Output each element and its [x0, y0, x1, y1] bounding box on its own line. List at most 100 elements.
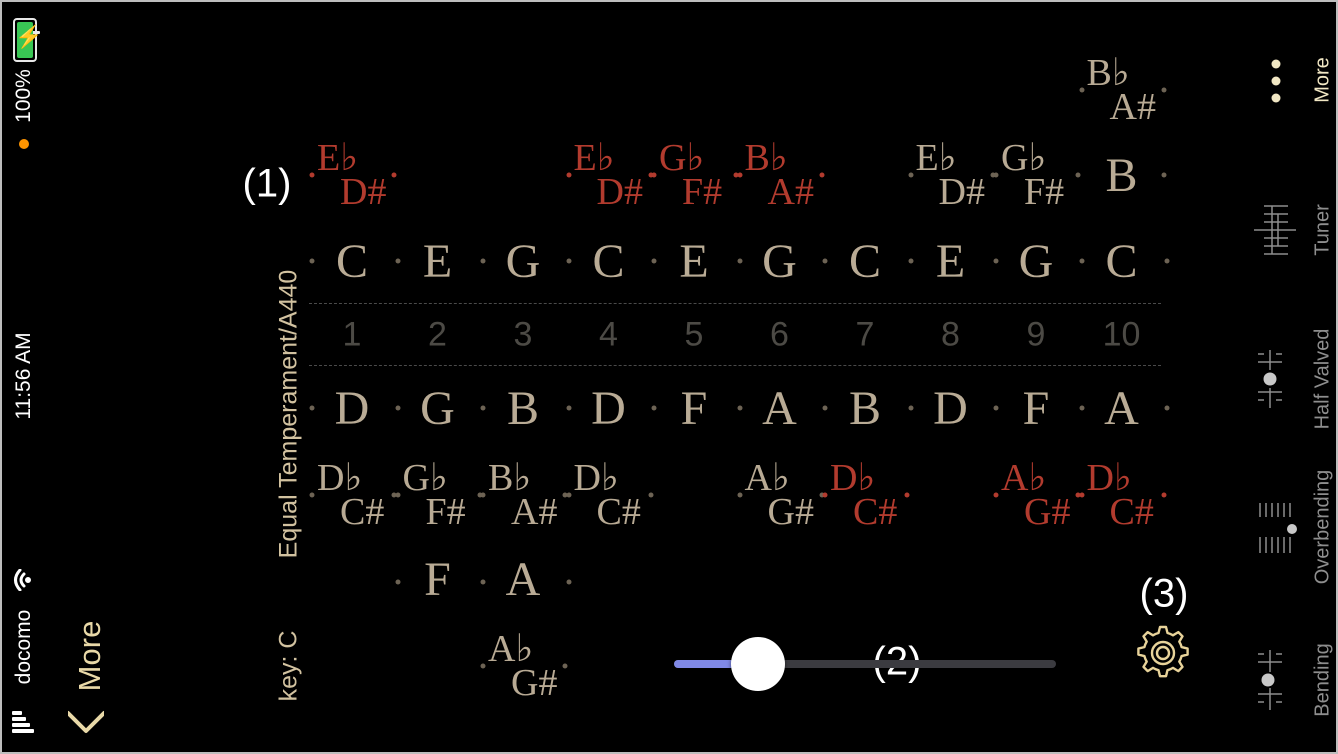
draw-note[interactable]: D	[933, 385, 968, 433]
draw-bend-note[interactable]: A	[506, 556, 541, 604]
battery-icon: ⚡	[13, 18, 43, 62]
blow-note[interactable]: G	[506, 238, 541, 286]
back-more-button[interactable]: More	[64, 612, 120, 742]
signal-bar	[12, 723, 30, 727]
grid-dot	[908, 172, 913, 178]
draw_bends-sharp[interactable]: A#	[511, 493, 557, 531]
draw_bends-sharp[interactable]: C#	[340, 493, 384, 531]
grid-dot	[480, 579, 486, 585]
sound-slider[interactable]	[674, 637, 1056, 691]
top_row-sharp[interactable]: A#	[1110, 88, 1156, 126]
menu-tuner[interactable]: Tuner	[1250, 192, 1336, 272]
battery-percent: 100%	[12, 69, 35, 123]
menu-label-overbending: Overbending	[1311, 469, 1334, 585]
blow_bends-sharp[interactable]: D#	[340, 173, 386, 211]
grid-dot	[1079, 258, 1084, 264]
overbending-icon	[1259, 503, 1297, 553]
grid-dot	[309, 172, 315, 178]
grid-dot	[651, 405, 657, 411]
grid-dot	[822, 492, 828, 498]
grid-dot	[737, 492, 742, 498]
menu-bending[interactable]: Bending	[1250, 632, 1336, 732]
blow_bends-sharp[interactable]: D#	[939, 173, 985, 211]
slider-thumb[interactable]	[731, 637, 786, 691]
bolt-icon: ⚡	[15, 24, 43, 49]
grid-dot	[562, 663, 568, 669]
draw_bends-sharp[interactable]: G#	[1024, 493, 1070, 531]
draw_bends-sharp[interactable]: C#	[1110, 493, 1154, 531]
draw-note[interactable]: A	[1104, 385, 1139, 433]
grid-dot	[566, 579, 571, 585]
privacy-indicator-dot	[19, 139, 29, 149]
draw-note[interactable]: A	[762, 385, 797, 433]
draw-note[interactable]: D	[335, 385, 370, 433]
grid-dot	[566, 405, 571, 411]
blow-note[interactable]: C	[336, 238, 368, 286]
hole-number: 2	[428, 315, 447, 354]
blow-note[interactable]: C	[592, 238, 624, 286]
gear-icon[interactable]	[1133, 623, 1193, 683]
blow_bends-sharp[interactable]: A#	[768, 173, 814, 211]
half-valved-icon	[1258, 350, 1282, 408]
grid-dot	[309, 258, 315, 264]
blow-note[interactable]: G	[762, 238, 797, 286]
grid-dot	[309, 405, 315, 411]
blow-note[interactable]: C	[849, 238, 881, 286]
blow-note[interactable]: E	[679, 238, 708, 286]
blow-note[interactable]: E	[936, 238, 965, 286]
menu-more[interactable]: More	[1250, 42, 1336, 132]
blow_bends-sharp[interactable]: F#	[682, 173, 722, 211]
menu-overbending[interactable]: Overbending	[1250, 457, 1336, 597]
menu-half-valved[interactable]: Half Valved	[1250, 312, 1336, 442]
signal-bar	[12, 729, 34, 733]
grid-dot	[993, 492, 999, 498]
back-label: More	[72, 620, 107, 692]
draw-note[interactable]: G	[420, 385, 455, 433]
grid-dot	[737, 405, 742, 411]
grid-dot	[1161, 87, 1166, 93]
grid-dot	[480, 663, 486, 669]
status-time: 11:56 AM	[12, 332, 35, 420]
grid-dot	[1075, 172, 1081, 178]
grid-dot	[395, 492, 400, 498]
draw_bends-sharp[interactable]: C#	[597, 493, 641, 531]
draw_bends-sharp[interactable]: G#	[768, 493, 814, 531]
grid-dot	[904, 492, 910, 498]
chevron-left-icon	[68, 711, 104, 733]
draw_bends_3-sharp[interactable]: G#	[511, 664, 557, 702]
vertical-dots-icon	[1271, 59, 1281, 103]
menu-label-bending: Bending	[1311, 643, 1334, 717]
grid-dot	[480, 492, 486, 498]
grid-dot	[395, 258, 400, 264]
blow-bend-note[interactable]: B	[1105, 152, 1137, 200]
blow_bends-sharp[interactable]: F#	[1024, 173, 1064, 211]
draw_bends-sharp[interactable]: F#	[426, 493, 466, 531]
signal-bars-icon	[12, 707, 38, 735]
blow-note[interactable]: G	[1019, 238, 1054, 286]
bending-icon	[1258, 650, 1282, 710]
grid-dot	[1164, 258, 1170, 264]
draw-bend-note[interactable]: F	[424, 556, 451, 604]
grid-dot	[1079, 405, 1084, 411]
grid-dot	[908, 405, 913, 411]
draw-note[interactable]: F	[1023, 385, 1050, 433]
hole-number: 5	[684, 315, 704, 354]
carrier-name: docomo	[12, 609, 35, 685]
draw_bends-sharp[interactable]: C#	[853, 493, 897, 531]
draw-note[interactable]: F	[681, 385, 708, 433]
draw-note[interactable]: B	[507, 385, 539, 433]
hole-number: 1	[342, 315, 362, 354]
blow-note[interactable]: C	[1105, 238, 1137, 286]
temperament-label: Equal Temperament/A440	[274, 269, 303, 559]
blow_bends-sharp[interactable]: D#	[597, 173, 643, 211]
grid-dot	[819, 172, 824, 178]
callout-1: (1)	[242, 161, 292, 206]
wifi-icon	[14, 569, 31, 591]
draw-note[interactable]: B	[849, 385, 881, 433]
draw-note[interactable]: D	[591, 385, 626, 433]
hole-number: 4	[599, 315, 618, 354]
grid-dot	[908, 258, 913, 264]
blow-note[interactable]: E	[423, 238, 452, 286]
grid-dot	[993, 405, 999, 411]
grid-dot	[1079, 87, 1084, 93]
